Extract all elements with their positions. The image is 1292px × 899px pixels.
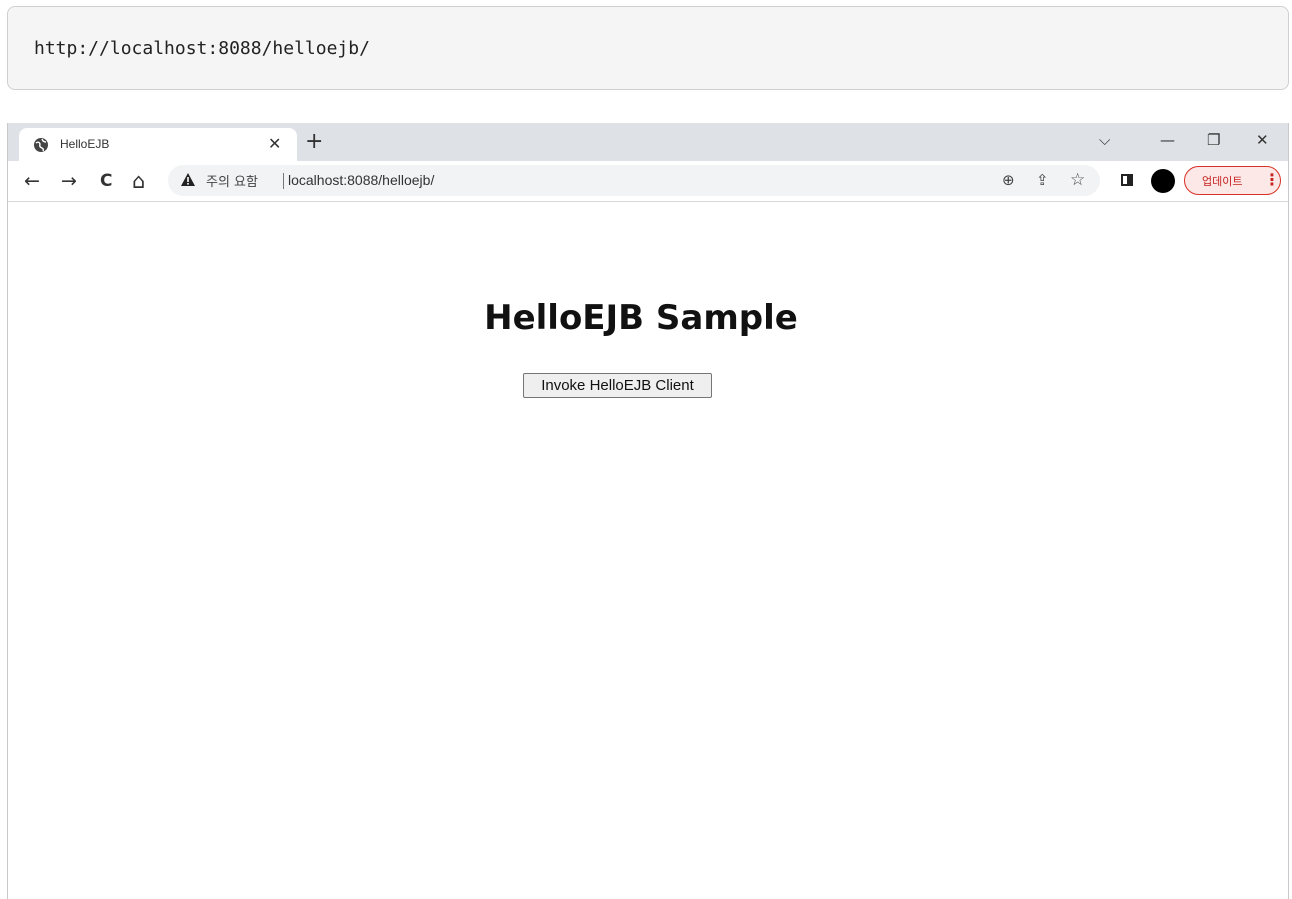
browser-window: HelloEJB ✕ + ⌵ — ❐ ✕ ← → C ⌂ 주의 요함 local… xyxy=(7,123,1289,899)
warning-icon xyxy=(181,173,195,186)
invoke-client-button[interactable]: Invoke HelloEJB Client xyxy=(523,373,712,398)
profile-avatar[interactable] xyxy=(1151,169,1175,193)
new-tab-button[interactable]: + xyxy=(305,129,323,155)
home-button[interactable]: ⌂ xyxy=(132,169,145,193)
reload-button[interactable]: C xyxy=(100,169,112,193)
tab-helloejb[interactable]: HelloEJB ✕ xyxy=(19,128,297,161)
browser-toolbar: ← → C ⌂ 주의 요함 localhost:8088/helloejb/ ⊕… xyxy=(8,161,1288,202)
globe-icon xyxy=(34,138,48,152)
forward-button[interactable]: → xyxy=(61,169,77,193)
menu-dots-icon: ⋮ xyxy=(1264,170,1280,189)
back-button[interactable]: ← xyxy=(24,169,40,193)
code-url-text: http://localhost:8088/helloejb/ xyxy=(34,37,370,59)
zoom-icon[interactable]: ⊕ xyxy=(1002,171,1015,189)
url-code-block: http://localhost:8088/helloejb/ xyxy=(7,6,1289,90)
security-warning-label[interactable]: 주의 요함 xyxy=(206,171,258,190)
tab-close-icon[interactable]: ✕ xyxy=(268,135,281,153)
window-close-button[interactable]: ✕ xyxy=(1256,129,1269,151)
update-label: 업데이트 xyxy=(1202,175,1243,188)
tab-search-icon[interactable]: ⌵ xyxy=(1099,129,1110,151)
bookmark-star-icon[interactable]: ☆ xyxy=(1070,171,1085,189)
restore-button[interactable]: ❐ xyxy=(1207,129,1220,151)
share-icon[interactable]: ⇪ xyxy=(1036,171,1049,189)
address-url[interactable]: localhost:8088/helloejb/ xyxy=(288,172,434,188)
tab-strip: HelloEJB ✕ + ⌵ — ❐ ✕ xyxy=(8,123,1288,161)
address-bar[interactable]: 주의 요함 localhost:8088/helloejb/ ⊕ ⇪ ☆ xyxy=(168,165,1100,196)
page-content: HelloEJB Sample Invoke HelloEJB Client xyxy=(8,203,1288,899)
update-button[interactable]: 업데이트 ⋮ xyxy=(1184,166,1281,195)
minimize-button[interactable]: — xyxy=(1160,129,1175,151)
page-title: HelloEJB Sample xyxy=(484,298,798,338)
address-separator xyxy=(283,173,284,189)
side-panel-icon[interactable] xyxy=(1121,174,1133,186)
tab-title: HelloEJB xyxy=(60,137,110,151)
